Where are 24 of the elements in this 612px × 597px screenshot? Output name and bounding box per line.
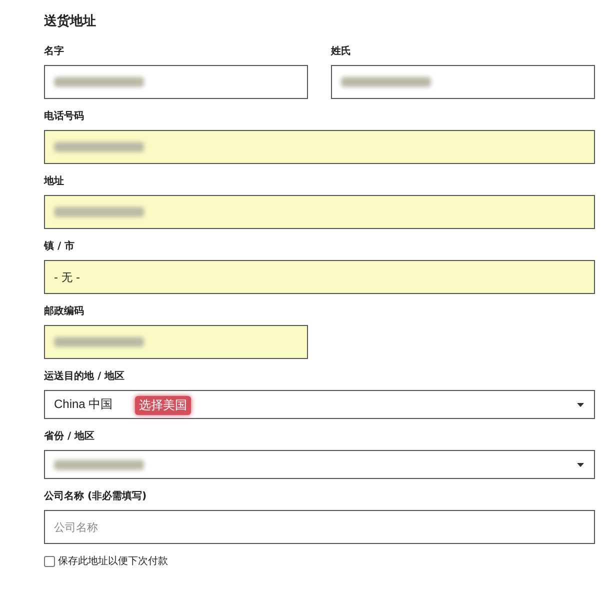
field-label: 公司名称 (非必需填写) bbox=[44, 490, 148, 503]
annotation-label: 选择美国 bbox=[135, 396, 191, 415]
input-field[interactable] bbox=[44, 195, 595, 229]
field-label: 名字 bbox=[44, 44, 65, 58]
checkbox[interactable] bbox=[44, 556, 55, 566]
field-label: 姓氏 bbox=[331, 44, 352, 58]
select-field[interactable] bbox=[44, 450, 595, 479]
field-label: 镇 / 市 bbox=[44, 239, 76, 253]
field-label: 电话号码 bbox=[44, 110, 85, 123]
field-label: 邮政编码 bbox=[44, 304, 85, 318]
field-label: 运送目的地 / 地区 bbox=[44, 370, 126, 383]
input-field[interactable] bbox=[44, 130, 595, 164]
input-field[interactable] bbox=[331, 65, 595, 99]
input-field[interactable]: - 无 - bbox=[44, 260, 595, 294]
caret-icon bbox=[577, 403, 584, 407]
caret-icon bbox=[577, 463, 584, 467]
field-label: 地址 bbox=[44, 174, 65, 188]
field-label: 省份 / 地区 bbox=[44, 430, 96, 443]
select-field[interactable]: China 中国 选择美国 bbox=[44, 390, 595, 419]
section-title: 送货地址 bbox=[44, 13, 97, 30]
checkbox-label: 保存此地址以便下次付款 bbox=[58, 554, 168, 568]
input-field[interactable]: 公司名称 bbox=[44, 510, 595, 544]
input-field[interactable] bbox=[44, 325, 308, 359]
input-field[interactable] bbox=[44, 65, 308, 99]
